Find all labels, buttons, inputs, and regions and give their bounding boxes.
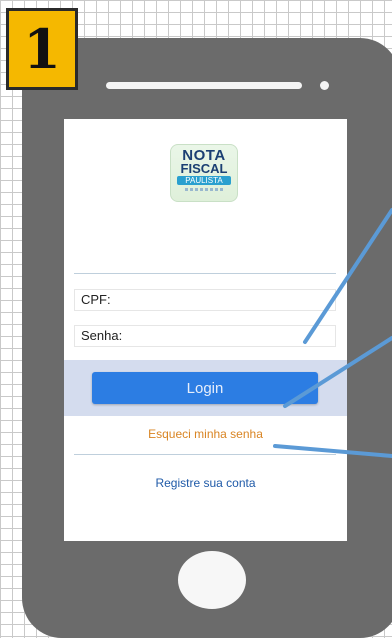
nota-fiscal-paulista-logo: NOTA FISCAL PAULISTA — [170, 144, 238, 202]
forgot-password-link[interactable]: Esqueci minha senha — [64, 427, 347, 441]
register-account-link[interactable]: Registre sua conta — [64, 476, 347, 490]
login-panel: Login — [64, 360, 347, 416]
logo-text-paulista: PAULISTA — [177, 176, 231, 185]
step-number-badge: 1 — [6, 8, 78, 90]
login-button[interactable]: Login — [92, 372, 318, 404]
cpf-field[interactable]: CPF: — [74, 289, 336, 311]
logo-text-fiscal: FISCAL — [180, 161, 228, 176]
divider — [74, 454, 336, 455]
phone-frame: NOTA FISCAL PAULISTA CPF: Senha: Login E… — [22, 38, 392, 638]
phone-home-button[interactable] — [178, 551, 246, 609]
phone-speaker — [106, 82, 302, 89]
logo-tagline-mark — [185, 188, 223, 191]
step-number: 1 — [23, 17, 61, 81]
cpf-label: CPF: — [81, 292, 111, 307]
senha-label: Senha: — [81, 328, 123, 343]
senha-field[interactable]: Senha: — [74, 325, 336, 347]
divider — [74, 273, 336, 274]
phone-camera — [320, 81, 329, 90]
login-screen: NOTA FISCAL PAULISTA CPF: Senha: Login E… — [64, 119, 347, 541]
